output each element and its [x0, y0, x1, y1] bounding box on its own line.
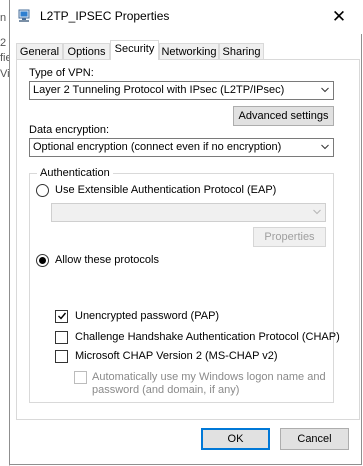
auto-logon-checkbox[interactable] — [74, 371, 87, 384]
dialog-title: L2TP_IPSEC Properties — [40, 9, 170, 23]
pap-checkbox[interactable] — [55, 310, 68, 323]
eap-method-select[interactable] — [51, 203, 326, 222]
title-bar[interactable]: L2TP_IPSEC Properties ✕ — [10, 0, 362, 34]
tab-strip: General Options Security Networking Shar… — [10, 40, 362, 60]
data-encryption-select[interactable]: Optional encryption (connect even if no … — [29, 138, 334, 157]
allow-protocols-label[interactable]: Allow these protocols — [55, 254, 159, 266]
tab-options[interactable]: Options — [63, 43, 110, 59]
chap-checkbox[interactable] — [55, 331, 68, 344]
ok-button[interactable]: OK — [201, 428, 270, 450]
allow-protocols-radio[interactable] — [36, 254, 49, 267]
checkmark-icon — [58, 312, 67, 320]
close-button[interactable]: ✕ — [322, 3, 356, 31]
advanced-settings-button[interactable]: Advanced settings — [233, 106, 334, 126]
auto-logon-label-line2: password (and domain, if any) — [92, 384, 240, 396]
close-icon: ✕ — [331, 7, 347, 26]
chap-label[interactable]: Challenge Handshake Authentication Proto… — [75, 331, 340, 343]
eap-radio[interactable] — [36, 184, 49, 197]
vpn-type-label: Type of VPN: — [29, 67, 94, 79]
background-text-fragment: n — [0, 12, 7, 24]
properties-dialog: L2TP_IPSEC Properties ✕ General Options … — [9, 0, 362, 465]
data-encryption-label: Data encryption: — [29, 124, 110, 136]
cancel-button[interactable]: Cancel — [280, 428, 349, 450]
network-connection-icon — [16, 8, 32, 24]
vpn-type-value: Layer 2 Tunneling Protocol with IPsec (L… — [33, 84, 285, 96]
tab-security[interactable]: Security — [110, 40, 159, 60]
pap-label[interactable]: Unencrypted password (PAP) — [75, 310, 219, 322]
chevron-down-icon — [321, 87, 329, 93]
tab-networking[interactable]: Networking — [159, 43, 219, 59]
chevron-down-icon — [321, 144, 329, 150]
mschapv2-label[interactable]: Microsoft CHAP Version 2 (MS-CHAP v2) — [75, 350, 278, 362]
eap-properties-button[interactable]: Properties — [253, 227, 326, 247]
auto-logon-label-line1: Automatically use my Windows logon name … — [92, 371, 326, 383]
mschapv2-checkbox[interactable] — [55, 350, 68, 363]
vpn-type-select[interactable]: Layer 2 Tunneling Protocol with IPsec (L… — [29, 81, 334, 100]
tab-general[interactable]: General — [16, 43, 63, 59]
data-encryption-value: Optional encryption (connect even if no … — [33, 141, 282, 153]
chevron-down-icon — [313, 209, 321, 215]
security-tab-panel: Type of VPN: Layer 2 Tunneling Protocol … — [16, 59, 360, 420]
eap-radio-label[interactable]: Use Extensible Authentication Protocol (… — [55, 184, 276, 196]
tab-sharing[interactable]: Sharing — [219, 43, 264, 59]
authentication-legend: Authentication — [37, 167, 113, 179]
background-text-fragment: 2 — [0, 37, 7, 49]
radio-selected-dot — [39, 257, 46, 264]
